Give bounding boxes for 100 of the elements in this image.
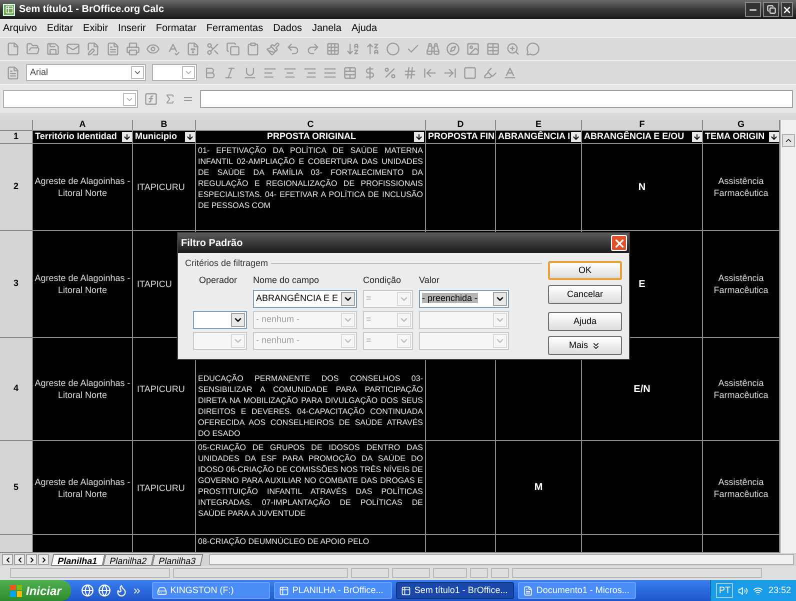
menu-item[interactable]: Arquivo	[3, 20, 37, 36]
paintbrush-icon[interactable]	[266, 42, 280, 56]
autofilter-button[interactable]	[185, 132, 195, 142]
align-center-icon[interactable]	[283, 66, 297, 80]
currency-icon[interactable]	[363, 66, 377, 80]
start-button[interactable]: Iniciar	[0, 580, 72, 601]
sheet-tab[interactable]: Planilha3	[151, 554, 203, 566]
percent-icon[interactable]	[383, 66, 397, 80]
dropdown-field[interactable]: ABRANGÊNCIA E E	[253, 290, 357, 308]
copy-icon[interactable]	[226, 42, 240, 56]
minimize-button[interactable]	[745, 2, 761, 17]
globe-icon[interactable]	[98, 584, 112, 597]
menu-item[interactable]: Exibir	[83, 20, 108, 36]
new-document-icon[interactable]	[6, 42, 20, 56]
spellcheck-icon[interactable]	[166, 42, 180, 56]
dialog-button[interactable]: Ajuda	[548, 312, 622, 331]
grid-icon[interactable]	[326, 42, 340, 56]
table-cell: 08-CRIAÇÃO DEUMNÚCLEO DE APOIO PELO	[196, 535, 426, 553]
justify-icon[interactable]	[323, 66, 337, 80]
menu-item[interactable]: Dados	[273, 20, 302, 36]
autofilter-button[interactable]	[692, 132, 702, 142]
undo-icon[interactable]	[286, 42, 300, 56]
formula-input[interactable]	[200, 90, 793, 108]
styles-icon[interactable]	[6, 66, 20, 80]
align-right-icon[interactable]	[303, 66, 317, 80]
sheet-tab[interactable]: Planilha1	[50, 554, 105, 566]
dialog-button[interactable]: OK	[548, 261, 622, 280]
sum-icon[interactable]	[164, 93, 176, 105]
binoculars-icon[interactable]	[426, 42, 440, 56]
menu-item[interactable]: Janela	[312, 20, 342, 36]
taskbar-button[interactable]: Sem título1 - BrOffice...	[396, 582, 514, 599]
underline-icon[interactable]	[243, 66, 257, 80]
highlighter-icon[interactable]	[483, 66, 497, 80]
row-header[interactable]: 3	[0, 231, 33, 338]
close-button[interactable]	[781, 2, 793, 17]
menu-item[interactable]: Formatar	[156, 20, 196, 36]
document-icon[interactable]	[106, 42, 120, 56]
name-box[interactable]	[3, 90, 138, 108]
row-header[interactable]: 2	[0, 144, 33, 231]
more-icon[interactable]	[132, 586, 142, 596]
italic-icon[interactable]	[223, 66, 237, 80]
autofilter-button[interactable]	[122, 132, 132, 142]
dropdown-field[interactable]	[193, 311, 247, 329]
autofilter-button[interactable]	[414, 132, 424, 142]
autofilter-button[interactable]	[571, 132, 581, 142]
horizontal-scrollbar[interactable]	[208, 554, 794, 565]
navigator-icon[interactable]	[446, 42, 460, 56]
decrease-indent-icon[interactable]	[423, 66, 437, 80]
speaker-icon[interactable]	[738, 586, 748, 596]
function-wizard-icon[interactable]	[144, 92, 158, 106]
redo-icon[interactable]	[306, 42, 320, 56]
previous-sheet-icon[interactable]	[14, 554, 25, 565]
edit-file-icon[interactable]	[86, 42, 100, 56]
scroll-up-icon[interactable]	[782, 134, 795, 147]
last-sheet-icon[interactable]	[38, 554, 49, 565]
preview-icon[interactable]	[146, 42, 160, 56]
first-sheet-icon[interactable]	[2, 554, 13, 565]
increase-indent-icon[interactable]	[443, 66, 457, 80]
printer-icon[interactable]	[126, 42, 140, 56]
open-folder-icon[interactable]	[26, 42, 40, 56]
gallery-icon[interactable]	[466, 42, 480, 56]
flame-icon[interactable]	[115, 584, 128, 597]
menu-item[interactable]: Inserir	[118, 20, 146, 36]
bold-icon[interactable]	[203, 66, 217, 80]
font-color-icon[interactable]	[503, 66, 517, 80]
autospell-icon[interactable]	[186, 42, 200, 56]
merge-cells-icon[interactable]	[343, 66, 357, 80]
paste-icon[interactable]	[246, 42, 260, 56]
sort-ascending-icon[interactable]	[346, 42, 360, 56]
dropdown-field[interactable]: - preenchida -	[419, 290, 509, 308]
mail-icon[interactable]	[66, 42, 80, 56]
font-name-field[interactable]: Arial	[26, 64, 146, 81]
table-icon[interactable]	[486, 42, 500, 56]
speech-bubble-icon[interactable]	[526, 42, 540, 56]
more-button[interactable]: Mais	[548, 336, 622, 355]
app-icon	[3, 4, 15, 16]
align-left-icon[interactable]	[263, 66, 277, 80]
save-icon[interactable]	[46, 42, 60, 56]
vertical-scrollbar[interactable]	[780, 120, 796, 553]
windows-logo-icon	[10, 584, 22, 596]
autofilter-button[interactable]	[769, 132, 779, 142]
row-header[interactable]: 1	[0, 131, 33, 144]
menu-item[interactable]: Ferramentas	[206, 20, 264, 36]
dialog-button[interactable]: Cancelar	[548, 285, 622, 304]
restore-button[interactable]	[763, 2, 779, 17]
network-icon[interactable]	[753, 586, 764, 596]
font-size-field[interactable]	[152, 64, 197, 81]
cut-icon[interactable]	[206, 42, 220, 56]
zoom-icon[interactable]	[506, 42, 520, 56]
menu-item[interactable]: Editar	[46, 20, 74, 36]
border-icon[interactable]	[463, 66, 477, 80]
circle-icon[interactable]	[386, 42, 400, 56]
column-title: ABRANGÊNCIA I	[497, 131, 570, 143]
row-header[interactable]: 4	[0, 338, 33, 441]
row-header[interactable]: 5	[0, 441, 33, 535]
sort-descending-icon[interactable]	[366, 42, 380, 56]
sheet-tab[interactable]: Planilha2	[102, 554, 154, 566]
number-format-icon[interactable]	[403, 66, 417, 80]
next-sheet-icon[interactable]	[26, 554, 37, 565]
menu-item[interactable]: Ajuda	[351, 20, 378, 36]
